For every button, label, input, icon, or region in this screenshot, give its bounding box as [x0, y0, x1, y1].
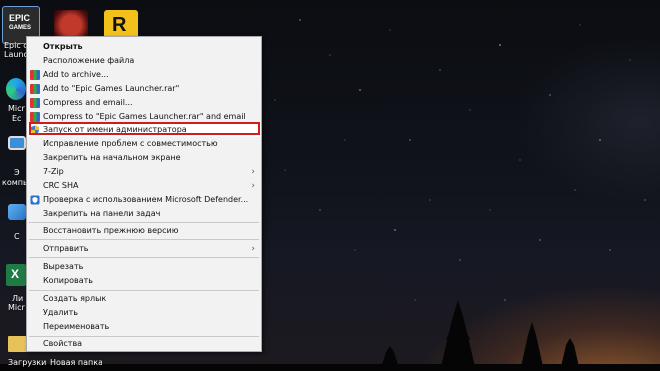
menu-item-pin-start[interactable]: Закрепить на начальном экране — [27, 151, 261, 165]
defender-icon — [30, 195, 40, 205]
desktop-label-pc: компь — [2, 178, 26, 187]
chevron-right-icon: › — [251, 244, 255, 254]
menu-item-file-location[interactable]: Расположение файла — [27, 54, 261, 68]
chevron-right-icon: › — [251, 167, 255, 177]
excel-x-glyph: X — [11, 267, 20, 281]
desktop-label-launcher: Launc... — [4, 50, 26, 59]
menu-item-copy[interactable]: Копировать — [27, 274, 261, 288]
chevron-right-icon: › — [251, 181, 255, 191]
menu-item-label: Копировать — [43, 276, 93, 285]
edge-icon[interactable] — [6, 78, 26, 100]
menu-item-label: Открыть — [43, 42, 83, 51]
menu-item-label: 7-Zip — [43, 167, 64, 176]
menu-item-add-to-archive[interactable]: Add to archive... — [27, 68, 261, 82]
menu-item-label: Compress and email... — [43, 98, 133, 107]
menu-item-send-to[interactable]: Отправить › — [27, 242, 261, 256]
menu-item-label: Переименовать — [43, 322, 110, 331]
desktop-label-micr: Micr — [8, 104, 25, 113]
highlight-box — [29, 122, 260, 135]
menu-item-delete[interactable]: Удалить — [27, 306, 261, 320]
control-panel-icon[interactable] — [8, 204, 26, 220]
menu-item-label: Закрепить на начальном экране — [43, 153, 181, 162]
menu-item-create-shortcut[interactable]: Создать ярлык — [27, 292, 261, 306]
menu-item-label: Закрепить на панели задач — [43, 209, 161, 218]
desktop-label-ec: Ec — [12, 114, 22, 123]
downloads-folder-icon[interactable] — [8, 336, 28, 352]
menu-separator — [29, 239, 259, 240]
winrar-icon — [30, 98, 40, 108]
desktop-label-new-folder: Новая папка — [50, 358, 102, 367]
menu-item-7zip[interactable]: 7-Zip › — [27, 165, 261, 179]
menu-item-properties[interactable]: Свойства — [27, 337, 261, 351]
menu-separator — [29, 290, 259, 291]
menu-item-label: Add to "Epic Games Launcher.rar" — [43, 84, 180, 93]
menu-separator — [29, 222, 259, 223]
menu-item-cut[interactable]: Вырезать — [27, 260, 261, 274]
menu-item-defender-scan[interactable]: Проверка с использованием Microsoft Defe… — [27, 193, 261, 207]
winrar-icon — [30, 112, 40, 122]
menu-item-compress-email[interactable]: Compress and email... — [27, 96, 261, 110]
menu-item-label: CRC SHA — [43, 181, 79, 190]
context-menu: Открыть Расположение файла Add to archiv… — [26, 36, 262, 352]
menu-item-label: Свойства — [43, 339, 83, 348]
desktop-label-micr-2: Micr — [8, 303, 25, 312]
menu-item-label: Отправить — [43, 244, 89, 253]
menu-item-label: Удалить — [43, 308, 78, 317]
menu-separator — [29, 257, 259, 258]
menu-item-add-to-rar[interactable]: Add to "Epic Games Launcher.rar" — [27, 82, 261, 96]
menu-item-label: Add to archive... — [43, 70, 109, 79]
desktop-label-downloads: Загрузки — [8, 358, 47, 367]
winrar-icon — [30, 70, 40, 80]
menu-item-pin-taskbar[interactable]: Закрепить на панели задач — [27, 207, 261, 221]
desktop-label-epic: Epic c — [4, 41, 26, 50]
menu-item-troubleshoot-compat[interactable]: Исправление проблем с совместимостью — [27, 137, 261, 151]
menu-item-label: Вырезать — [43, 262, 84, 271]
menu-item-label: Исправление проблем с совместимостью — [43, 139, 218, 148]
menu-item-label: Создать ярлык — [43, 294, 107, 303]
epic-logo-sub: GAMES — [9, 25, 32, 31]
menu-item-label: Восстановить прежнюю версию — [43, 226, 179, 235]
desktop-label-e: Э — [14, 168, 20, 177]
menu-item-label: Проверка с использованием Microsoft Defe… — [43, 195, 249, 204]
rockstar-r-glyph: R — [112, 14, 127, 36]
menu-item-rename[interactable]: Переименовать — [27, 320, 261, 334]
excel-icon[interactable]: X — [6, 264, 26, 286]
menu-item-restore-previous[interactable]: Восстановить прежнюю версию — [27, 224, 261, 238]
desktop-label-c: C — [14, 232, 20, 241]
menu-item-open[interactable]: Открыть — [27, 40, 261, 54]
this-pc-icon[interactable] — [8, 136, 26, 150]
winrar-icon — [30, 84, 40, 94]
menu-item-label: Расположение файла — [43, 56, 135, 65]
menu-item-crc-sha[interactable]: CRC SHA › — [27, 179, 261, 193]
desktop-label-li: Ли — [12, 294, 24, 303]
epic-logo-text: EPIC — [9, 13, 31, 23]
